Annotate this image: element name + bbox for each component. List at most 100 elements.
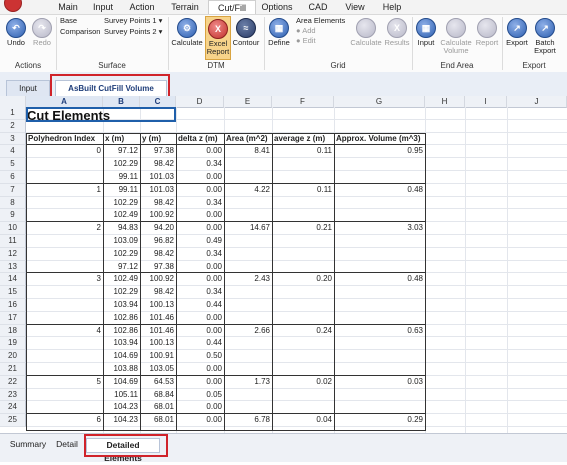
- row-header[interactable]: 13: [0, 260, 26, 274]
- row-header[interactable]: 23: [0, 388, 26, 402]
- excel-report-button[interactable]: X Excel Report: [205, 16, 231, 60]
- undo-icon: ↶: [6, 18, 26, 38]
- area-elements-label: Area Elements: [296, 16, 346, 25]
- row-header[interactable]: 2: [0, 119, 26, 133]
- table-border: [176, 132, 177, 431]
- end-area-input-button[interactable]: ▦ Input: [414, 18, 438, 47]
- table-border: [26, 413, 425, 415]
- actions-group-label: Actions: [14, 61, 42, 70]
- row-header[interactable]: 16: [0, 299, 26, 312]
- grid-calculate-icon: [356, 18, 376, 38]
- grid-calculate-button[interactable]: Calculate: [348, 18, 384, 47]
- app-logo-icon[interactable]: [4, 0, 22, 12]
- dtm-group-label: DTM: [207, 61, 225, 70]
- table-border: [26, 323, 425, 325]
- row-header[interactable]: 4: [0, 145, 26, 159]
- define-button[interactable]: ▦ Define: [265, 18, 293, 47]
- table-border: [26, 132, 426, 431]
- row-header[interactable]: 6: [0, 171, 26, 184]
- redo-button[interactable]: ↷ Redo: [30, 18, 54, 47]
- tab-action[interactable]: Action: [124, 0, 160, 14]
- surface-group-label: Surface: [98, 61, 126, 70]
- table-border: [26, 221, 425, 223]
- sheet-tab-summary[interactable]: Summary: [8, 438, 48, 451]
- row-header[interactable]: 17: [0, 311, 26, 325]
- base-label: Base: [60, 16, 78, 25]
- document-tabs: Input AsBuilt CutFill Volume: [0, 72, 567, 98]
- base-select[interactable]: Survey Points 1 ▾: [104, 16, 162, 26]
- table-border: [103, 132, 104, 431]
- table-border: [26, 182, 425, 184]
- excel-report-icon: X: [208, 19, 228, 39]
- add-icon: ●: [296, 26, 301, 35]
- row-header[interactable]: 5: [0, 158, 26, 171]
- table-border: [26, 374, 425, 376]
- tab-cut-fill[interactable]: Cut/Fill: [208, 0, 256, 15]
- comparison-label: Comparison: [60, 27, 101, 36]
- table-border: [334, 132, 335, 431]
- export-group-label: Export: [522, 61, 546, 70]
- menu-bar: Main Input Action Terrain Cut/Fill Optio…: [0, 0, 567, 15]
- column-header[interactable]: J: [507, 96, 567, 108]
- column-header[interactable]: D: [176, 96, 224, 108]
- calculate-button[interactable]: ⚙ Calculate: [170, 18, 204, 47]
- row-header[interactable]: 3: [0, 132, 26, 146]
- row-header[interactable]: 21: [0, 363, 26, 376]
- define-icon: ▦: [269, 18, 289, 38]
- row-header[interactable]: 9: [0, 209, 26, 223]
- edit-icon: ●: [296, 36, 301, 45]
- results-button[interactable]: X Results: [384, 18, 410, 47]
- row-header[interactable]: 14: [0, 273, 26, 287]
- tab-input[interactable]: Input: [88, 0, 118, 14]
- add-button[interactable]: ● Add: [296, 26, 316, 36]
- row-header[interactable]: 7: [0, 183, 26, 197]
- spreadsheet[interactable]: A B C D E F G H I J 1 2 3 4 5 6 7 8 9 10 11 12 13 14 15 16 17 18 19 2…: [0, 96, 567, 433]
- undo-button[interactable]: ↶ Undo: [4, 18, 28, 47]
- contour-button[interactable]: ≈ Contour: [230, 18, 262, 47]
- row-header[interactable]: 11: [0, 235, 26, 248]
- edit-button[interactable]: ● Edit: [296, 36, 316, 46]
- batch-export-button[interactable]: ↗ Batch Export: [531, 18, 559, 55]
- column-header[interactable]: G: [334, 96, 425, 108]
- row-header[interactable]: 10: [0, 222, 26, 235]
- end-area-group-label: End Area: [440, 61, 474, 70]
- sheet-tab-detail[interactable]: Detail: [54, 438, 80, 451]
- column-header[interactable]: H: [425, 96, 465, 108]
- batch-export-icon: ↗: [535, 18, 555, 38]
- row-header[interactable]: 20: [0, 350, 26, 363]
- table-border: [26, 144, 425, 146]
- row-header[interactable]: 22: [0, 375, 26, 389]
- export-button[interactable]: ↗ Export: [504, 18, 530, 47]
- gridline: [465, 107, 466, 433]
- highlight-box: [84, 434, 168, 457]
- row-header[interactable]: 15: [0, 286, 26, 299]
- calculate-icon: ⚙: [177, 18, 197, 38]
- results-icon: X: [387, 18, 407, 38]
- row-header[interactable]: 8: [0, 196, 26, 210]
- row-header[interactable]: 1: [0, 107, 26, 120]
- column-header[interactable]: F: [272, 96, 334, 108]
- comparison-select[interactable]: Survey Points 2 ▾: [104, 27, 162, 37]
- ribbon: ↶ Undo ↷ Redo Actions Base Survey Points…: [0, 14, 567, 73]
- column-header[interactable]: E: [224, 96, 272, 108]
- tab-view[interactable]: View: [340, 0, 370, 14]
- chevron-down-icon: ▾: [158, 16, 163, 25]
- row-header[interactable]: 18: [0, 324, 26, 338]
- doc-tab-input[interactable]: Input: [6, 80, 50, 97]
- tab-cad[interactable]: CAD: [304, 0, 332, 14]
- tab-main[interactable]: Main: [48, 0, 88, 14]
- row-header[interactable]: 12: [0, 247, 26, 261]
- calculate-volume-button[interactable]: Calculate Volume: [438, 18, 474, 55]
- column-header[interactable]: I: [465, 96, 507, 108]
- row-header[interactable]: 24: [0, 401, 26, 415]
- gridline: [507, 107, 508, 433]
- tab-terrain[interactable]: Terrain: [166, 0, 204, 14]
- table-border: [272, 132, 273, 431]
- tab-options[interactable]: Options: [258, 0, 296, 14]
- row-header[interactable]: 25: [0, 414, 26, 427]
- table-border: [224, 132, 225, 431]
- redo-icon: ↷: [32, 18, 52, 38]
- report-button[interactable]: Report: [474, 18, 500, 47]
- tab-help[interactable]: Help: [378, 0, 406, 14]
- row-header[interactable]: 19: [0, 337, 26, 351]
